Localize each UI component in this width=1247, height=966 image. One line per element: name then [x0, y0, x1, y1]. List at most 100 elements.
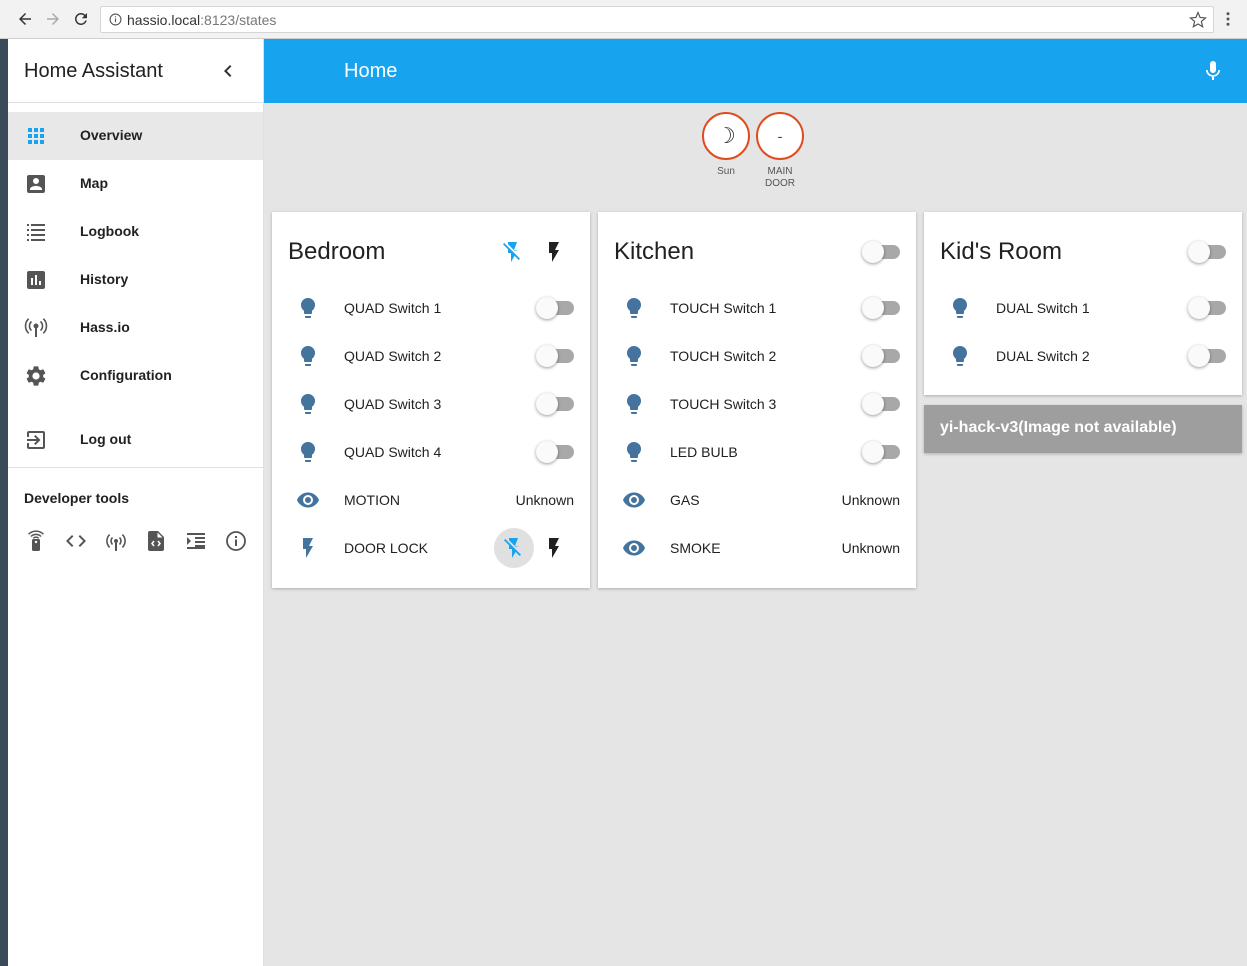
- badge-value: ☽: [716, 123, 736, 148]
- entity-name: LED BULB: [670, 444, 738, 460]
- lightbulb-icon: [301, 394, 315, 414]
- chevron-left-icon[interactable]: [216, 59, 240, 83]
- badge-label: MAIN DOOR: [765, 166, 795, 189]
- entity-name: SMOKE: [670, 540, 721, 556]
- door-lock-off-button[interactable]: [494, 528, 534, 568]
- card-title: Kid's Room: [940, 238, 1062, 265]
- eye-icon: [623, 540, 645, 556]
- entity-name: TOUCH Switch 3: [670, 396, 777, 412]
- access-point-icon[interactable]: [104, 529, 128, 553]
- entity-state: Unknown: [841, 540, 900, 556]
- window-edge: [0, 0, 8, 966]
- exit-to-app-icon: [27, 431, 45, 449]
- entity-toggle[interactable]: [536, 297, 574, 319]
- hassio-icon: [24, 318, 48, 337]
- entity-row: QUAD Switch 4: [272, 432, 590, 472]
- entity-row: DUAL Switch 1: [924, 288, 1242, 328]
- microphone-icon[interactable]: [1201, 59, 1225, 83]
- arrow-back-icon: [19, 13, 31, 25]
- lightbulb-icon: [627, 442, 641, 462]
- reload-button[interactable]: [71, 9, 91, 29]
- camera-title: yi-hack-v3(Image not available): [940, 419, 1177, 436]
- sidebar-item-map[interactable]: Map: [8, 160, 263, 208]
- remote-icon[interactable]: [24, 529, 48, 553]
- card-bedroom: Bedroom QUAD Switch 1 QUAD Switch 2 QUAD…: [272, 212, 590, 588]
- entity-toggle[interactable]: [1188, 345, 1226, 367]
- sidebar-header: Home Assistant: [8, 39, 263, 103]
- entity-row: QUAD Switch 3: [272, 384, 590, 424]
- card-title: Kitchen: [614, 238, 695, 265]
- bedroom-lock-button[interactable]: [493, 232, 533, 272]
- url-host: hassio.local: [127, 12, 201, 28]
- eye-icon: [297, 492, 319, 508]
- sidebar-item-label: Overview: [80, 127, 143, 143]
- badge-circle: -: [756, 112, 804, 160]
- card-kitchen: Kitchen TOUCH Switch 1 TOUCH Switch 2 TO…: [598, 212, 916, 588]
- entity-name: QUAD Switch 2: [344, 348, 442, 364]
- lightbulb-icon: [953, 346, 967, 366]
- format-list-indent-icon[interactable]: [184, 529, 208, 553]
- lightbulb-icon: [627, 346, 641, 366]
- sidebar-item-label: Configuration: [80, 367, 172, 383]
- badge-main-door[interactable]: - MAIN DOOR: [756, 112, 804, 190]
- badge-sun[interactable]: ☽ Sun: [702, 112, 750, 178]
- entity-row: QUAD Switch 1: [272, 288, 590, 328]
- entity-toggle[interactable]: [862, 393, 900, 415]
- forward-button[interactable]: [43, 9, 63, 29]
- info-icon[interactable]: [109, 13, 122, 26]
- sidebar-item-hassio[interactable]: Hass.io: [8, 304, 263, 352]
- sidebar-item-history[interactable]: History: [8, 256, 263, 304]
- sidebar-item-label: Hass.io: [80, 319, 130, 335]
- file-xml-icon[interactable]: [144, 529, 168, 553]
- format-list-icon: [27, 224, 45, 241]
- sidebar-item-label: History: [80, 271, 129, 287]
- lightbulb-icon: [301, 298, 315, 318]
- entity-name: DOOR LOCK: [344, 540, 429, 556]
- entity-toggle[interactable]: [862, 345, 900, 367]
- sidebar-item-configuration[interactable]: Configuration: [8, 352, 263, 400]
- sidebar-item-logout[interactable]: Log out: [8, 416, 263, 464]
- lightbulb-icon: [953, 298, 967, 318]
- entity-name: TOUCH Switch 1: [670, 300, 777, 316]
- entity-name: QUAD Switch 3: [344, 396, 442, 412]
- entity-name: TOUCH Switch 2: [670, 348, 777, 364]
- kids-room-group-toggle[interactable]: [1188, 241, 1226, 263]
- flash-off-icon: [504, 538, 521, 558]
- entity-toggle[interactable]: [536, 441, 574, 463]
- kitchen-group-toggle[interactable]: [862, 241, 900, 263]
- sidebar-divider: [8, 467, 263, 468]
- entity-toggle[interactable]: [536, 345, 574, 367]
- entity-toggle[interactable]: [862, 441, 900, 463]
- entity-name: MOTION: [344, 492, 400, 508]
- entity-toggle[interactable]: [536, 393, 574, 415]
- card-kids-room: Kid's Room DUAL Switch 1 DUAL Switch 2: [924, 212, 1242, 395]
- sidebar-title: Home Assistant: [24, 60, 163, 82]
- info-outline-icon[interactable]: [224, 529, 248, 553]
- arrow-forward-icon: [47, 13, 59, 25]
- sidebar-item-logbook[interactable]: Logbook: [8, 208, 263, 256]
- entity-row: DUAL Switch 2: [924, 336, 1242, 376]
- more-vert-icon[interactable]: [1219, 10, 1237, 28]
- flash-icon: [549, 242, 559, 262]
- page-title: Home: [344, 60, 398, 82]
- code-tags-icon[interactable]: [64, 529, 88, 553]
- lightbulb-icon: [301, 442, 315, 462]
- poll-box-icon: [27, 271, 45, 289]
- entity-state: Unknown: [841, 492, 900, 508]
- entity-toggle[interactable]: [862, 297, 900, 319]
- lightbulb-icon: [301, 346, 315, 366]
- entity-toggle[interactable]: [1188, 297, 1226, 319]
- camera-card[interactable]: yi-hack-v3(Image not available): [924, 405, 1242, 453]
- flash-icon: [303, 538, 313, 558]
- address-bar[interactable]: hassio.local:8123/states: [100, 6, 1214, 33]
- entity-row: GAS Unknown: [598, 480, 916, 520]
- bookmark-star-icon[interactable]: [1189, 11, 1207, 29]
- entity-row: DOOR LOCK: [272, 528, 590, 568]
- door-lock-on-button[interactable]: [534, 528, 574, 568]
- bedroom-unlock-button[interactable]: [534, 232, 574, 272]
- lightbulb-icon: [627, 394, 641, 414]
- url-text: hassio.local:8123/states: [127, 12, 276, 28]
- entity-row: TOUCH Switch 2: [598, 336, 916, 376]
- back-button[interactable]: [15, 9, 35, 29]
- sidebar-item-overview[interactable]: Overview: [8, 112, 263, 160]
